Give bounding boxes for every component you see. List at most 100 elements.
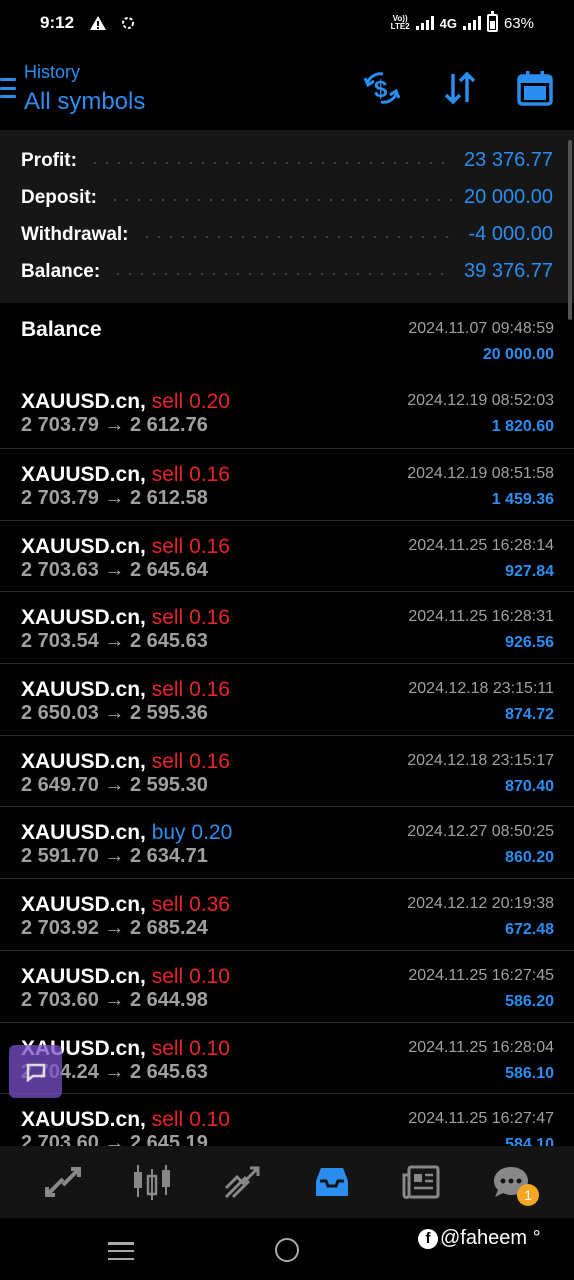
trade-profit: 672.48 (505, 921, 554, 939)
trade-row[interactable]: XAUUSD.cn, sell 0.20 2 703.79 → 2 612.76 2… (0, 376, 574, 448)
warning-icon (90, 16, 107, 30)
calendar-button[interactable] (515, 68, 555, 108)
arrow-icon: → (104, 845, 125, 868)
trade-date: 2024.12.19 08:52:03 (407, 392, 554, 409)
arrow-icon: → (104, 414, 125, 436)
battery-icon (486, 11, 498, 32)
trade-symbol: XAUUSD.cn, buy 0.20 (21, 821, 233, 845)
app-header: History All symbols $ (0, 52, 574, 128)
arrow-icon: → (104, 773, 125, 796)
summary-deposit-row: Deposit: 20 000.00 (21, 186, 553, 208)
trade-prices: 2 703.60 → 2 645.19 (21, 1132, 208, 1146)
bottom-navigation: 1 (0, 1146, 574, 1218)
trade-date: 2024.12.27 08:50:25 (407, 823, 554, 841)
trade-profit: 1 820.60 (491, 418, 554, 435)
status-time: 9:12 (40, 13, 75, 32)
trade-date: 2024.11.25 16:27:45 (408, 966, 554, 984)
trade-date: 2024.11.25 16:27:47 (408, 1110, 554, 1128)
trade-side: sell 0.10 (151, 1036, 230, 1060)
trade-symbol: XAUUSD.cn, sell 0.10 (21, 1108, 230, 1132)
trade-side: sell 0.36 (151, 893, 230, 917)
trade-symbol: XAUUSD.cn, sell 0.36 (21, 893, 230, 917)
trade-profit: 926.56 (505, 634, 554, 652)
battery-percent: 63% (503, 14, 534, 32)
system-navigation-bar: f @faheem ° (0, 1218, 574, 1280)
message-square-icon (26, 1063, 45, 1082)
trade-row[interactable]: XAUUSD.cn, sell 0.16 2 649.70 → 2 595.30 2… (0, 734, 574, 807)
trade-side: sell 0.16 (151, 463, 230, 486)
settings-cog-icon (122, 17, 135, 29)
trade-symbol: XAUUSD.cn, sell 0.10 (21, 964, 230, 988)
trade-date: 2024.11.25 16:28:04 (408, 1038, 554, 1056)
trade-symbol: XAUUSD.cn, sell 0.20 (21, 390, 230, 413)
signal-icon (415, 16, 434, 30)
home-button[interactable] (275, 1238, 299, 1262)
trade-row[interactable]: XAUUSD.cn, sell 0.16 2 650.03 → 2 595.36 2… (0, 663, 574, 735)
trade-date: 2024.12.12 20:19:38 (407, 895, 554, 913)
arrow-icon: → (104, 630, 125, 653)
currency-exchange-icon: $ (363, 72, 401, 104)
recent-apps-button[interactable] (108, 1242, 134, 1260)
trade-profit: 860.20 (505, 849, 554, 867)
summary-balance-row: Balance: 39 376.77 (21, 260, 553, 282)
trade-row[interactable]: XAUUSD.cn, sell 0.16 2 703.63 → 2 645.64 2… (0, 519, 574, 592)
trade-row[interactable]: XAUUSD.cn, sell 0.16 2 703.54 → 2 645.63 2… (0, 591, 574, 663)
balance-label: Balance (21, 318, 102, 341)
svg-text:$: $ (374, 76, 388, 103)
trend-icon (225, 1166, 260, 1199)
arrow-icon: → (104, 1060, 125, 1083)
trade-profit: 870.40 (505, 777, 554, 795)
trade-row[interactable]: XAUUSD.cn, sell 0.16 2 703.79 → 2 612.58 2… (0, 448, 574, 520)
page-subtitle: History (24, 62, 81, 82)
trade-side: buy 0.20 (151, 821, 233, 845)
watermark: f @faheem ° (418, 1227, 541, 1250)
volte-indicator: Vo)) LTE2 (390, 14, 410, 31)
summary-profit-row: Profit: 23 376.77 (21, 149, 553, 171)
nav-chart[interactable] (122, 1152, 182, 1212)
trade-row[interactable]: XAUUSD.cn, sell 0.10 2 703.60 → 2 644.98 2… (0, 949, 574, 1022)
hamburger-menu-icon[interactable] (0, 78, 16, 98)
trade-row[interactable]: XAUUSD.cn, sell 0.102 704.24 → 2 645.632… (0, 1021, 574, 1094)
trade-date: 2024.11.25 16:28:31 (408, 608, 554, 626)
scrollbar[interactable] (568, 140, 572, 320)
nav-history[interactable] (302, 1152, 362, 1212)
nav-chat[interactable]: 1 (481, 1152, 541, 1212)
trade-side: sell 0.10 (151, 1108, 230, 1132)
floating-chat-button[interactable] (9, 1045, 62, 1098)
trade-side: sell 0.10 (151, 964, 230, 988)
trade-prices: 2 703.54 → 2 645.63 (21, 630, 208, 653)
balance-amount: 20 000.00 (482, 346, 554, 363)
trade-symbol: XAUUSD.cn, sell 0.16 (21, 749, 230, 773)
summary-withdrawal-row: Withdrawal: -4 000.00 (21, 223, 553, 245)
trade-row[interactable]: XAUUSD.cn, sell 0.36 2 703.92 → 2 685.24 2… (0, 878, 574, 950)
nav-quotes[interactable] (33, 1152, 93, 1212)
trade-symbol: XAUUSD.cn, sell 0.16 (21, 606, 230, 630)
nav-trade[interactable] (212, 1152, 272, 1212)
trade-symbol: XAUUSD.cn, sell 0.16 (21, 678, 230, 702)
balance-date: 2024.11.07 09:48:59 (408, 320, 554, 337)
chat-badge: 1 (517, 1184, 540, 1206)
trade-side: sell 0.16 (151, 606, 230, 630)
symbol-filter-title[interactable]: All symbols (24, 88, 145, 116)
trade-row[interactable]: XAUUSD.cn, sell 0.10 2 703.60 → 2 645.19 2… (0, 1093, 574, 1146)
currency-exchange-button[interactable]: $ (362, 68, 402, 108)
sort-button[interactable] (440, 68, 480, 108)
trade-profit: 927.84 (505, 562, 554, 580)
arrow-icon: → (104, 558, 125, 581)
trade-date: 2024.12.18 23:15:11 (408, 680, 554, 698)
network-type: 4G (439, 15, 457, 31)
trade-profit: 1 459.36 (491, 491, 554, 508)
trade-profit: 586.20 (505, 992, 554, 1010)
balance-row[interactable]: Balance 2024.11.07 09:48:59 20 000.00 (0, 304, 574, 376)
trade-date: 2024.12.19 08:51:58 (407, 465, 554, 482)
trade-prices: 2 591.70 → 2 634.71 (21, 845, 208, 868)
sort-icon (444, 72, 476, 104)
arrow-icon: → (104, 702, 125, 725)
arrow-icon: → (104, 988, 125, 1011)
nav-news[interactable] (391, 1152, 451, 1212)
trade-row[interactable]: XAUUSD.cn, buy 0.20 2 591.70 → 2 634.71 20… (0, 806, 574, 878)
deals-list: Balance 2024.11.07 09:48:59 20 000.00 XA… (0, 304, 574, 1146)
trade-symbol: XAUUSD.cn, sell 0.16 (21, 463, 230, 486)
calendar-icon (517, 71, 553, 106)
trade-profit: 586.10 (505, 1064, 554, 1082)
